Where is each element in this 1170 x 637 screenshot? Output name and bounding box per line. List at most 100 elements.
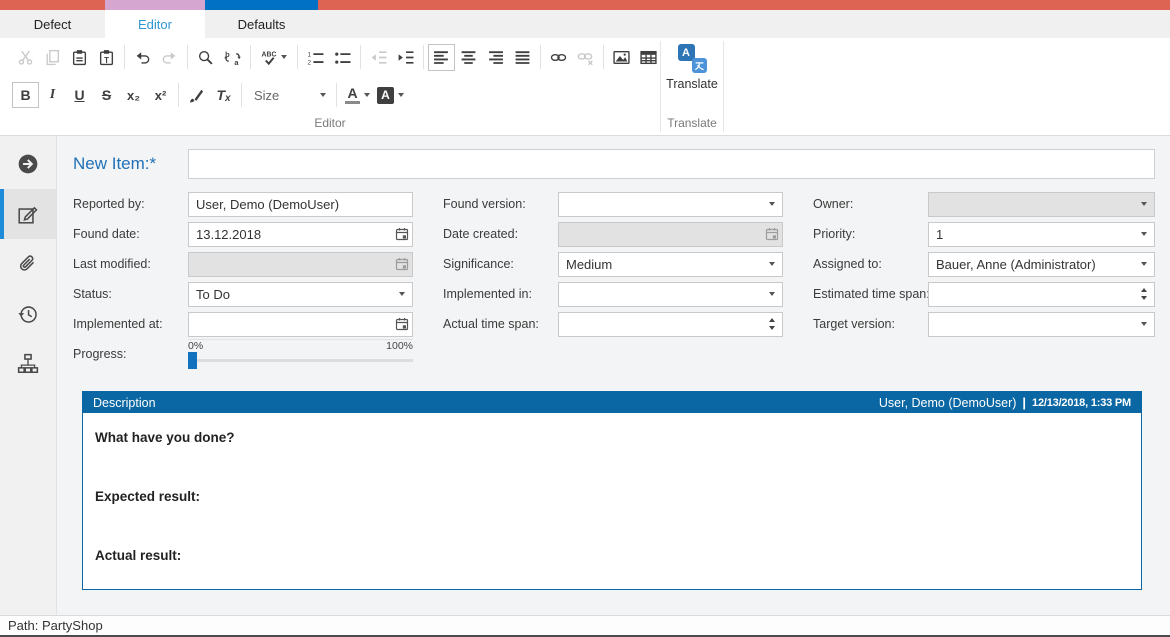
underline-button[interactable]: U [66, 82, 93, 108]
description-meta: User, Demo (DemoUser) | 12/13/2018, 1:33… [879, 395, 1131, 410]
superscript-button[interactable]: x² [147, 82, 174, 108]
bold-button[interactable]: B [12, 82, 39, 108]
field-row: Priority:1 [813, 219, 1155, 249]
translate-icon: A [678, 44, 707, 73]
ribbon: Tba ABC 12 B I U S x₂ x² Tx Size A [0, 38, 1170, 136]
assigned-to-select[interactable]: Bauer, Anne (Administrator) [928, 252, 1155, 277]
decrease-indent-button [365, 44, 392, 71]
sidebar-item-history[interactable] [0, 289, 56, 339]
implemented-at-date-field[interactable] [188, 312, 413, 337]
dropdown-arrow-icon[interactable] [1141, 262, 1147, 266]
found-version-label: Found version: [443, 197, 558, 211]
align-center-button[interactable] [455, 44, 482, 71]
calendar-icon [765, 227, 779, 241]
accent-segment-rest [318, 0, 1170, 10]
background-color-button[interactable]: A [374, 82, 407, 108]
text-color-button[interactable]: A [341, 82, 374, 108]
field-row: Owner: [813, 189, 1155, 219]
field-value: User, Demo (DemoUser) [196, 197, 409, 212]
sidebar-item-expand[interactable] [0, 139, 56, 189]
format-painter-button[interactable] [183, 82, 210, 109]
field-row: Reported by: User, Demo (DemoUser) [73, 189, 413, 219]
dropdown-arrow-icon[interactable] [769, 292, 775, 296]
description-line: Actual result: [95, 548, 1129, 563]
strikethrough-button[interactable]: S [93, 82, 120, 108]
spinner-down-icon[interactable] [1141, 296, 1147, 300]
numbered-list-button[interactable]: 12 [302, 44, 329, 71]
paste-text-button[interactable]: T [93, 44, 120, 71]
align-justify-button[interactable] [509, 44, 536, 71]
remove-format-button[interactable]: Tx [210, 82, 237, 108]
tab-defaults[interactable]: Defaults [205, 10, 318, 38]
spinner-down-icon[interactable] [769, 326, 775, 330]
expand-icon [17, 153, 39, 175]
sidebar-item-edit[interactable] [0, 189, 56, 239]
significance-select[interactable]: Medium [558, 252, 783, 277]
status-bar: Path: PartyShop [0, 615, 1170, 635]
found-date-date-field[interactable]: 13.12.2018 [188, 222, 413, 247]
reported-by-input[interactable]: User, Demo (DemoUser) [188, 192, 413, 217]
progress-thumb[interactable] [188, 352, 197, 369]
new-item-title-input[interactable] [188, 149, 1155, 179]
ribbon-group-editor: Tba ABC 12 B I U S x₂ x² Tx Size A [0, 38, 660, 135]
spellcheck-button[interactable]: ABC [255, 44, 293, 71]
align-right-button[interactable] [482, 44, 509, 71]
field-row: Status:To Do [73, 279, 413, 309]
implemented-in-select[interactable] [558, 282, 783, 307]
implemented-at-label: Implemented at: [73, 317, 188, 331]
sidebar-item-attachments[interactable] [0, 239, 56, 289]
found-version-select[interactable] [558, 192, 783, 217]
undo-button[interactable] [129, 44, 156, 71]
font-size-label: Size [254, 88, 279, 103]
redo-button [156, 44, 183, 71]
description-editor[interactable]: What have you done?Expected result:Actua… [83, 413, 1141, 589]
fields-column-3: Owner:Priority:1Assigned to:Bauer, Anne … [813, 189, 1155, 369]
dropdown-arrow-icon[interactable] [399, 292, 405, 296]
tab-defect[interactable]: Defect [0, 10, 105, 38]
spinner-buttons[interactable] [1141, 288, 1147, 300]
field-row: Target version: [813, 309, 1155, 339]
progress-track[interactable] [188, 352, 413, 369]
image-button[interactable] [608, 44, 635, 71]
paste-button[interactable] [66, 44, 93, 71]
description-line: What have you done? [95, 430, 1129, 445]
translate-button[interactable]: A Translate [661, 38, 723, 114]
italic-button[interactable]: I [39, 82, 66, 108]
dropdown-arrow-icon[interactable] [1141, 232, 1147, 236]
field-value: Bauer, Anne (Administrator) [936, 257, 1137, 272]
progress-min-label: 0% [188, 340, 203, 352]
spinner-buttons[interactable] [769, 318, 775, 330]
dropdown-arrow-icon[interactable] [769, 202, 775, 206]
increase-indent-button[interactable] [392, 44, 419, 71]
table-button[interactable] [635, 44, 662, 71]
calendar-icon[interactable] [395, 317, 409, 331]
font-size-dropdown[interactable]: Size [246, 82, 332, 108]
spinner-up-icon[interactable] [1141, 288, 1147, 292]
align-left-button[interactable] [428, 44, 455, 71]
target-version-select[interactable] [928, 312, 1155, 337]
field-row: Assigned to:Bauer, Anne (Administrator) [813, 249, 1155, 279]
priority-select[interactable]: 1 [928, 222, 1155, 247]
replace-button[interactable]: ba [219, 44, 246, 71]
ribbon-separator [124, 45, 125, 69]
link-button[interactable] [545, 44, 572, 71]
field-row: Last modified: [73, 249, 413, 279]
sidebar-item-hierarchy[interactable] [0, 339, 56, 389]
bullet-list-button[interactable] [329, 44, 356, 71]
dropdown-arrow-icon[interactable] [1141, 322, 1147, 326]
dropdown-arrow-icon[interactable] [769, 262, 775, 266]
spinner-up-icon[interactable] [769, 318, 775, 322]
subscript-button[interactable]: x₂ [120, 82, 147, 108]
actual-time-span-spinner-field[interactable] [558, 312, 783, 337]
progress-slider[interactable]: 0%100% [188, 339, 413, 369]
ribbon-separator [540, 45, 541, 69]
reported-by-label: Reported by: [73, 197, 188, 211]
tab-editor[interactable]: Editor [105, 10, 205, 38]
search-button[interactable] [192, 44, 219, 71]
calendar-icon[interactable] [395, 227, 409, 241]
svg-text:a: a [234, 57, 239, 65]
description-panel: Description User, Demo (DemoUser) | 12/1… [82, 391, 1142, 590]
fields-grid: Reported by:User, Demo (DemoUser)Found d… [73, 189, 1155, 369]
estimated-time-span-spinner-field[interactable] [928, 282, 1155, 307]
status-select[interactable]: To Do [188, 282, 413, 307]
